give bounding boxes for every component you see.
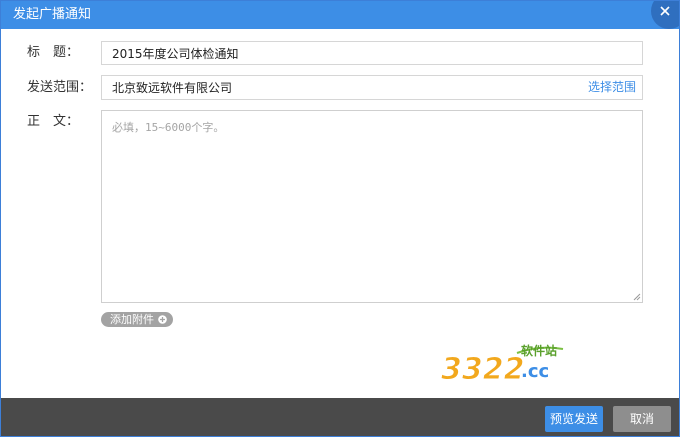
cancel-button[interactable]: 取消	[613, 406, 671, 432]
watermark-tag: 软件站	[521, 343, 557, 358]
dialog-title: 发起广播通知	[13, 7, 92, 22]
add-attachment-button[interactable]: 添加附件	[101, 312, 173, 327]
body-label: 正 文：	[27, 114, 80, 129]
close-icon	[660, 6, 670, 16]
title-input[interactable]: 2015年度公司体检通知	[101, 41, 643, 65]
body-placeholder: 必填，15~6000个字。	[112, 121, 225, 134]
close-button[interactable]	[651, 1, 679, 29]
body-textarea[interactable]: 必填，15~6000个字。	[101, 110, 643, 303]
preview-send-button[interactable]: 预览发送	[545, 406, 603, 432]
recipients-label: 发送范围：	[27, 80, 93, 95]
plus-circle-icon	[158, 315, 167, 324]
select-range-link[interactable]: 选择范围	[588, 80, 636, 94]
title-input-value: 2015年度公司体检通知	[112, 47, 239, 61]
broadcast-dialog: 发起广播通知 标 题： 2015年度公司体检通知 发送范围： 北京致远软件有限公…	[0, 0, 680, 437]
dialog-footer: 预览发送 取消	[1, 398, 679, 436]
dialog-titlebar: 发起广播通知	[1, 1, 679, 29]
watermark-suffix: .cc	[521, 361, 549, 382]
watermark-logo: 软件站 3322 .cc	[441, 343, 564, 388]
recipients-field[interactable]: 北京致远软件有限公司 选择范围	[101, 75, 643, 100]
watermark-main: 3322	[441, 352, 525, 387]
resize-grip-icon[interactable]	[633, 293, 641, 301]
add-attachment-label: 添加附件	[110, 313, 154, 326]
title-label: 标 题：	[27, 45, 80, 60]
recipients-value: 北京致远软件有限公司	[112, 81, 233, 95]
